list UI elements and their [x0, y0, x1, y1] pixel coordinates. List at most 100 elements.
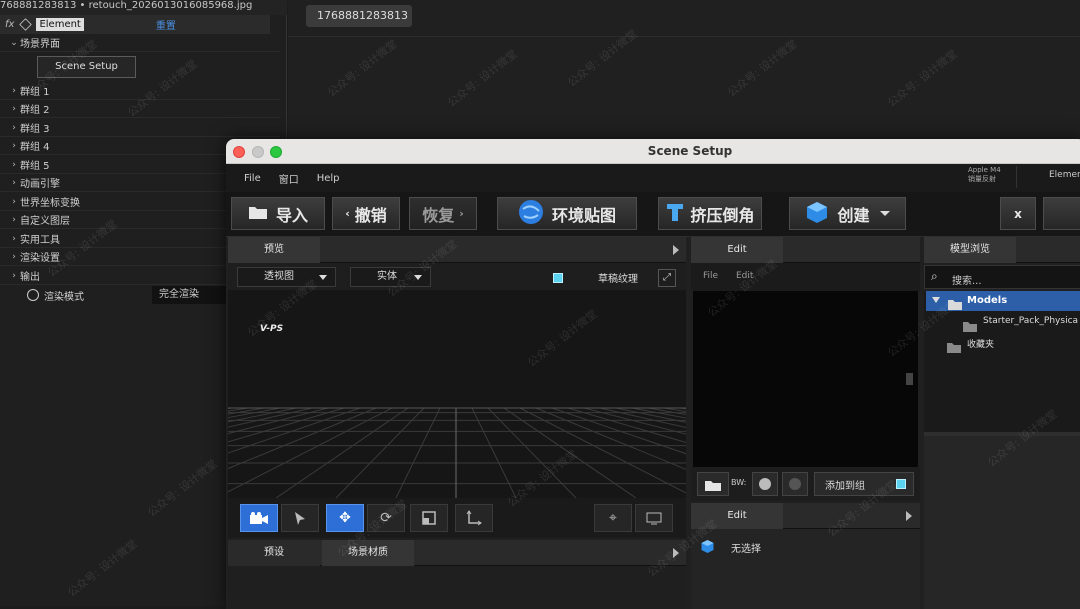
redo-label: 恢复 [422, 205, 455, 225]
host-tree-item-label: 自定义图层 [20, 216, 70, 227]
extra-toolbar-button[interactable] [1043, 197, 1080, 230]
host-file-bar: 768881283813 • retouch_20260130160859​68… [0, 0, 287, 15]
scene-group-row[interactable]: ⌄ 场景界面 [0, 34, 280, 52]
select-tool-icon[interactable] [281, 504, 319, 532]
chevron-right-icon[interactable]: › [8, 252, 20, 262]
window-titlebar[interactable]: Scene Setup [226, 139, 1080, 164]
tab-model-browser[interactable]: 模型浏览 [924, 237, 1016, 263]
environment-map-button[interactable]: 环境贴图 [497, 197, 637, 230]
chevron-right-icon[interactable]: › [8, 271, 20, 281]
add-group-checkbox[interactable] [896, 479, 906, 489]
edit-scrollbar[interactable] [906, 373, 913, 385]
extrude-button[interactable]: 挤压倒角 [658, 197, 762, 230]
bw-label: BW: [731, 478, 747, 487]
panel-menu-arrow-icon[interactable] [906, 511, 912, 521]
tree-item-models[interactable]: Models [926, 291, 1080, 311]
reset-link[interactable]: 重置 [156, 17, 176, 32]
chevron-right-icon[interactable]: › [8, 86, 20, 96]
rotate-tool-icon[interactable]: ⟳ [367, 504, 405, 532]
fx-icon[interactable]: fx [5, 19, 14, 30]
dropdown-arrow-icon [414, 275, 422, 280]
tab-edit-2[interactable]: Edit [691, 503, 783, 529]
extrude-label: 挤压倒角 [690, 205, 755, 225]
scene-setup-button[interactable]: Scene Setup [37, 56, 136, 78]
stopwatch-icon[interactable] [27, 289, 39, 301]
gpu-label: Apple M4 销量反射 [968, 166, 1001, 184]
chevron-right-icon: › [459, 207, 464, 220]
host-tree-item-label: 动画引擎 [20, 179, 60, 190]
edit-menu-file[interactable]: File [703, 271, 718, 281]
draft-texture-checkbox[interactable] [553, 273, 563, 283]
monitor-icon[interactable] [635, 504, 673, 532]
tree-item-label: Starter_Pack_Physica [983, 316, 1079, 326]
model-search-input[interactable]: ⌕ 搜索... [924, 265, 1080, 289]
texture-sphere-icon[interactable] [782, 472, 808, 496]
camera-tool-icon[interactable] [240, 504, 278, 532]
import-button[interactable]: 导入 [231, 197, 325, 230]
preview-panel-header: 预览 [228, 237, 686, 263]
gpu-name: Apple M4 [968, 166, 1001, 174]
window-menubar: File 窗口 Help [226, 164, 1080, 192]
folder-icon [947, 295, 963, 314]
tree-item-favorites[interactable]: 收藏夹 [946, 334, 1080, 354]
edit-panel2-body: 无选择 [691, 529, 920, 609]
edit-scene-list[interactable] [693, 291, 918, 467]
tab-scene-materials[interactable]: 场景材质 [322, 540, 414, 566]
chevron-right-icon[interactable]: › [8, 123, 20, 133]
menu-file[interactable]: File [244, 173, 261, 184]
model-preview-area [924, 436, 1080, 609]
chevron-right-icon[interactable]: › [8, 197, 20, 207]
undo-button[interactable]: ‹ 撤销 [332, 197, 400, 230]
tab-preview[interactable]: 预览 [228, 237, 320, 263]
tab-edit[interactable]: Edit [691, 237, 783, 263]
chevron-right-icon[interactable]: › [8, 160, 20, 170]
host-tree-item-label: 群组 4 [20, 142, 50, 153]
close-panel-button[interactable]: x [1000, 197, 1036, 230]
bottom-panel-header: 预设 场景材质 [228, 540, 686, 566]
create-button[interactable]: 创建 [789, 197, 906, 230]
layer-name: Element [36, 18, 84, 31]
host-tree-item-label: 渲染设置 [20, 253, 60, 264]
menubar-divider [1016, 166, 1017, 188]
target-icon[interactable]: ⌖ [594, 504, 632, 532]
menu-help[interactable]: Help [317, 173, 340, 184]
panel-menu-arrow-icon[interactable] [673, 548, 679, 558]
tree-item-label: Models [967, 295, 1008, 306]
cube-small-icon [700, 539, 715, 558]
dropdown-arrow-icon [319, 275, 327, 280]
window-title: Scene Setup [647, 144, 733, 158]
host-tree-item[interactable]: › 群组 3 [0, 119, 280, 137]
chevron-right-icon[interactable]: › [8, 234, 20, 244]
host-tree-item-label: 输出 [20, 272, 40, 283]
move-tool-icon[interactable]: ✥ [326, 504, 364, 532]
render-mode-value[interactable]: 完全渲染 [152, 286, 230, 304]
edit-menu-edit[interactable]: Edit [736, 271, 753, 281]
host-top-tag[interactable]: 1768881283813 [306, 5, 412, 27]
sphere-icon[interactable] [752, 472, 778, 496]
host-tree-item[interactable]: › 群组 2 [0, 100, 280, 118]
create-label: 创建 [837, 205, 870, 225]
host-tree-item[interactable]: › 群组 1 [0, 82, 280, 100]
add-folder-icon[interactable] [697, 472, 729, 496]
expand-arrow-icon[interactable] [932, 297, 940, 303]
menu-window[interactable]: 窗口 [279, 171, 299, 186]
tree-item-starter-pack[interactable]: Starter_Pack_Physica [962, 313, 1080, 333]
3d-viewport[interactable]: V-PS [228, 290, 686, 498]
mode-dropdown[interactable]: 实体 [350, 267, 431, 287]
chevron-right-icon[interactable]: › [8, 104, 20, 114]
chevron-down-icon[interactable]: ⌄ [8, 38, 20, 48]
tab-presets[interactable]: 预设 [228, 540, 320, 566]
chevron-right-icon[interactable]: › [8, 215, 20, 225]
model-browser-header: 模型浏览 [924, 237, 1080, 263]
expand-viewport-icon[interactable]: ⤢ [658, 269, 676, 287]
redo-button[interactable]: 恢复 › [409, 197, 477, 230]
chevron-right-icon[interactable]: › [8, 141, 20, 151]
chevron-right-icon[interactable]: › [8, 178, 20, 188]
axis-tool-icon[interactable] [455, 504, 493, 532]
cube-create-icon [805, 200, 829, 228]
camera-dropdown[interactable]: 透视图 [237, 267, 336, 287]
host-layer-row[interactable]: fx Element 重置 [0, 15, 270, 34]
host-tree-item-label: 实用工具 [20, 235, 60, 246]
panel-menu-arrow-icon[interactable] [673, 245, 679, 255]
scale-tool-icon[interactable] [410, 504, 448, 532]
